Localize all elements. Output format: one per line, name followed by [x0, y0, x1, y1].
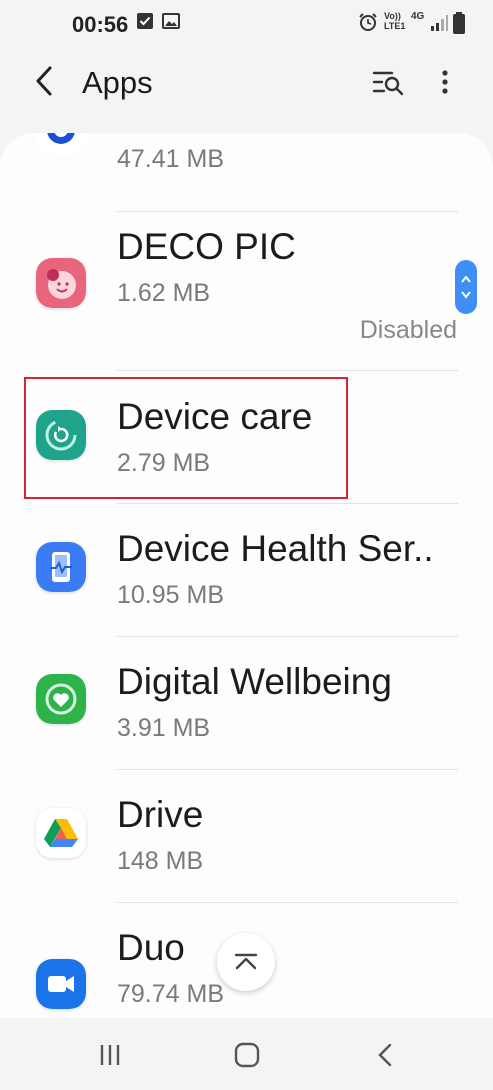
- network-volte-label: Vo)) LTE1: [384, 11, 405, 31]
- highlight-box: [24, 377, 348, 499]
- app-size: 47.41 MB: [117, 145, 225, 173]
- app-list: 47.41 MB DECO PIC 1.62 MB Disabled Devic…: [0, 133, 493, 1018]
- app-name: Duo: [117, 927, 185, 968]
- google-drive-icon: [36, 808, 86, 858]
- recents-icon[interactable]: [90, 1040, 130, 1070]
- list-item[interactable]: 47.41 MB: [0, 133, 493, 211]
- battery-icon: [453, 12, 465, 34]
- scroll-arrows-icon: [461, 275, 471, 299]
- app-size: 1.62 MB: [117, 279, 211, 307]
- navigation-bar: [0, 1018, 493, 1090]
- checkbox-notification-icon: [137, 13, 153, 29]
- app-size: 79.74 MB: [117, 980, 225, 1008]
- app-size: 3.91 MB: [117, 714, 211, 742]
- alarm-icon: [359, 13, 377, 31]
- image-notification-icon: [162, 13, 180, 29]
- app-status-disabled: Disabled: [359, 316, 457, 344]
- network-type-label: 4G: [411, 11, 425, 22]
- back-arrow-icon[interactable]: [28, 64, 62, 98]
- app-name: Device Health Ser..: [117, 528, 434, 569]
- filter-search-icon[interactable]: [370, 64, 406, 100]
- app-size: 10.95 MB: [117, 581, 225, 609]
- home-icon[interactable]: [227, 1040, 267, 1070]
- app-bar: Apps: [0, 50, 493, 120]
- app-size: 148 MB: [117, 847, 204, 875]
- deco-pic-icon: [36, 258, 86, 308]
- app-name: DECO PIC: [117, 226, 296, 267]
- scroll-top-icon: [234, 953, 258, 970]
- digital-wellbeing-icon: [36, 674, 86, 724]
- more-vertical-icon[interactable]: [427, 64, 463, 100]
- page-title: Apps: [82, 65, 153, 100]
- duo-icon: [36, 959, 86, 1009]
- list-item-drive[interactable]: Drive 148 MB: [0, 770, 493, 902]
- network-top-text: Vo)): [384, 11, 401, 21]
- app-name: Drive: [117, 794, 204, 835]
- scrollbar-thumb[interactable]: [455, 260, 477, 314]
- device-health-icon: [36, 542, 86, 592]
- partial-app-icon: [36, 133, 86, 155]
- list-item-deco-pic[interactable]: DECO PIC 1.62 MB Disabled: [0, 212, 493, 370]
- status-bar: 00:56 Vo)) LTE1 4G: [0, 0, 493, 48]
- scroll-to-top-button[interactable]: [217, 933, 275, 991]
- status-time: 00:56: [72, 12, 129, 37]
- list-item-device-health[interactable]: Device Health Ser.. 10.95 MB: [0, 504, 493, 636]
- list-item-digital-wellbeing[interactable]: Digital Wellbeing 3.91 MB: [0, 637, 493, 769]
- back-nav-icon[interactable]: [366, 1040, 406, 1070]
- signal-strength-icon: [431, 15, 448, 31]
- app-name: Digital Wellbeing: [117, 661, 392, 702]
- network-bottom-text: LTE1: [384, 21, 406, 31]
